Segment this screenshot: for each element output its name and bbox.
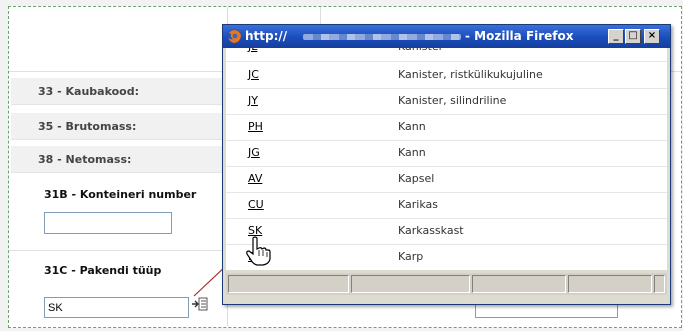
list-item[interactable]: BX Karp <box>226 244 667 270</box>
popup-statusbar <box>226 273 667 295</box>
item-description: Kanister <box>398 48 443 53</box>
field-label-package-type: 31C - Pakendi tüüp <box>44 264 162 277</box>
list-item[interactable]: AV Kapsel <box>226 166 667 193</box>
field-label-container-number: 31B - Konteineri number <box>44 188 197 201</box>
minimize-button[interactable]: _ <box>608 29 624 44</box>
item-description: Kanister, ristkülikukujuline <box>398 68 543 81</box>
item-code-link[interactable]: JY <box>248 94 258 107</box>
redacted-url <box>303 34 461 40</box>
list-item[interactable]: SK Karkasskast <box>226 218 667 245</box>
popup-titlebar[interactable]: http:// - Mozilla Firefox _ □ × <box>223 25 670 48</box>
resize-grip[interactable] <box>654 275 665 293</box>
list-item[interactable]: JY Kanister, silindriline <box>226 88 667 115</box>
firefox-icon <box>227 29 242 44</box>
status-cell <box>228 275 349 293</box>
maximize-button[interactable]: □ <box>625 29 641 44</box>
package-type-list: JL Kanister JC Kanister, ristkülikukujul… <box>226 48 667 270</box>
item-description: Kann <box>398 120 426 133</box>
status-cell <box>351 275 470 293</box>
item-code-link[interactable]: JG <box>248 146 260 159</box>
field-label-gross-mass: 35 - Brutomass: <box>38 120 137 133</box>
item-description: Kanister, silindriline <box>398 94 507 107</box>
hand-pointer-cursor-icon <box>246 236 271 266</box>
item-code-link[interactable]: PH <box>248 120 263 133</box>
item-description: Karkasskast <box>398 224 464 237</box>
row-divider <box>9 250 227 251</box>
field-row-gross-mass: 35 - Brutomass: <box>11 113 227 140</box>
close-button[interactable]: × <box>644 29 660 44</box>
list-item-partial[interactable]: JL Kanister <box>226 48 667 62</box>
lookup-list-icon[interactable] <box>192 297 208 311</box>
popup-title-prefix: http:// <box>245 29 288 43</box>
field-label-net-mass: 38 - Netomass: <box>38 153 132 166</box>
lookup-popup-window[interactable]: http:// - Mozilla Firefox _ □ × JL Kanis… <box>222 24 671 305</box>
item-code-link[interactable]: AV <box>248 172 262 185</box>
field-row-net-mass: 38 - Netomass: <box>11 146 227 173</box>
field-label-commodity-code: 33 - Kaubakood: <box>38 85 140 98</box>
item-description: Karp <box>398 250 424 263</box>
popup-title-suffix: - Mozilla Firefox <box>465 29 574 43</box>
list-item[interactable]: PH Kann <box>226 114 667 141</box>
item-code-link[interactable]: JL <box>248 48 257 53</box>
field-row-commodity-code: 33 - Kaubakood: <box>11 78 227 105</box>
container-number-input[interactable] <box>44 212 172 234</box>
list-item[interactable]: JC Kanister, ristkülikukujuline <box>226 62 667 89</box>
item-description: Kann <box>398 146 426 159</box>
package-type-input[interactable] <box>44 297 189 318</box>
status-cell <box>568 275 652 293</box>
item-code-link[interactable]: CU <box>248 198 264 211</box>
status-cell <box>472 275 566 293</box>
item-description: Karikas <box>398 198 438 211</box>
list-item[interactable]: CU Karikas <box>226 192 667 219</box>
list-item[interactable]: JG Kann <box>226 140 667 167</box>
item-code-link[interactable]: JC <box>248 68 259 81</box>
item-description: Kapsel <box>398 172 435 185</box>
